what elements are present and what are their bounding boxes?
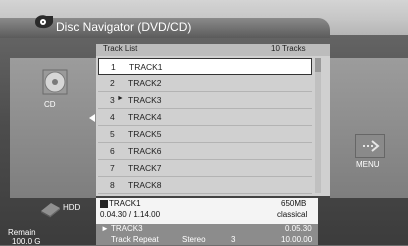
info-genre: classical — [277, 210, 308, 219]
playing-marker-icon: ► — [117, 95, 124, 102]
left-arrow-icon[interactable] — [89, 114, 95, 122]
list-item[interactable]: 1 TRACK1 — [98, 58, 312, 75]
menu-label: MENU — [356, 160, 380, 169]
scrollbar[interactable] — [315, 58, 321, 193]
info-track-name: TRACK1 — [109, 199, 141, 208]
playing-track: ► TRACK3 — [101, 224, 143, 233]
cd-icon — [42, 69, 68, 95]
cd-label: CD — [44, 100, 56, 109]
info-track-time: 0.04.30 / 1.14.00 — [100, 210, 161, 219]
list-item[interactable]: 6 TRACK6 — [98, 143, 312, 160]
repeat-mode: Track Repeat — [111, 235, 159, 244]
disc-navigator-icon — [35, 15, 54, 29]
scrollbar-thumb[interactable] — [315, 58, 321, 72]
info-size: 650MB — [281, 199, 307, 208]
audio-mode: Stereo — [182, 235, 206, 244]
playing-time: 0.05.30 — [285, 224, 312, 233]
list-item[interactable]: 8 TRACK8 — [98, 177, 312, 194]
track-list: 1 TRACK1 2 TRACK2 3 ► TRACK3 4 TRACK4 5 … — [98, 58, 312, 194]
track-number: 3 — [231, 235, 236, 244]
remain-label: Remain — [8, 228, 36, 237]
music-note-icon — [100, 200, 108, 208]
right-panel[interactable] — [330, 58, 408, 198]
track-count: 10 Tracks — [271, 44, 306, 53]
list-item[interactable]: 2 TRACK2 — [98, 75, 312, 92]
track-list-title: Track List — [103, 44, 138, 53]
list-item[interactable]: 5 TRACK5 — [98, 126, 312, 143]
list-item[interactable]: 3 ► TRACK3 — [98, 92, 312, 109]
window-title: Disc Navigator (DVD/CD) — [56, 20, 192, 34]
total-time: 10.00.00 — [281, 235, 313, 244]
list-item[interactable]: 7 TRACK7 — [98, 160, 312, 177]
hdd-label: HDD — [63, 203, 81, 212]
list-item[interactable]: 4 TRACK4 — [98, 109, 312, 126]
menu-icon — [355, 134, 385, 158]
hdd-icon — [41, 203, 60, 218]
